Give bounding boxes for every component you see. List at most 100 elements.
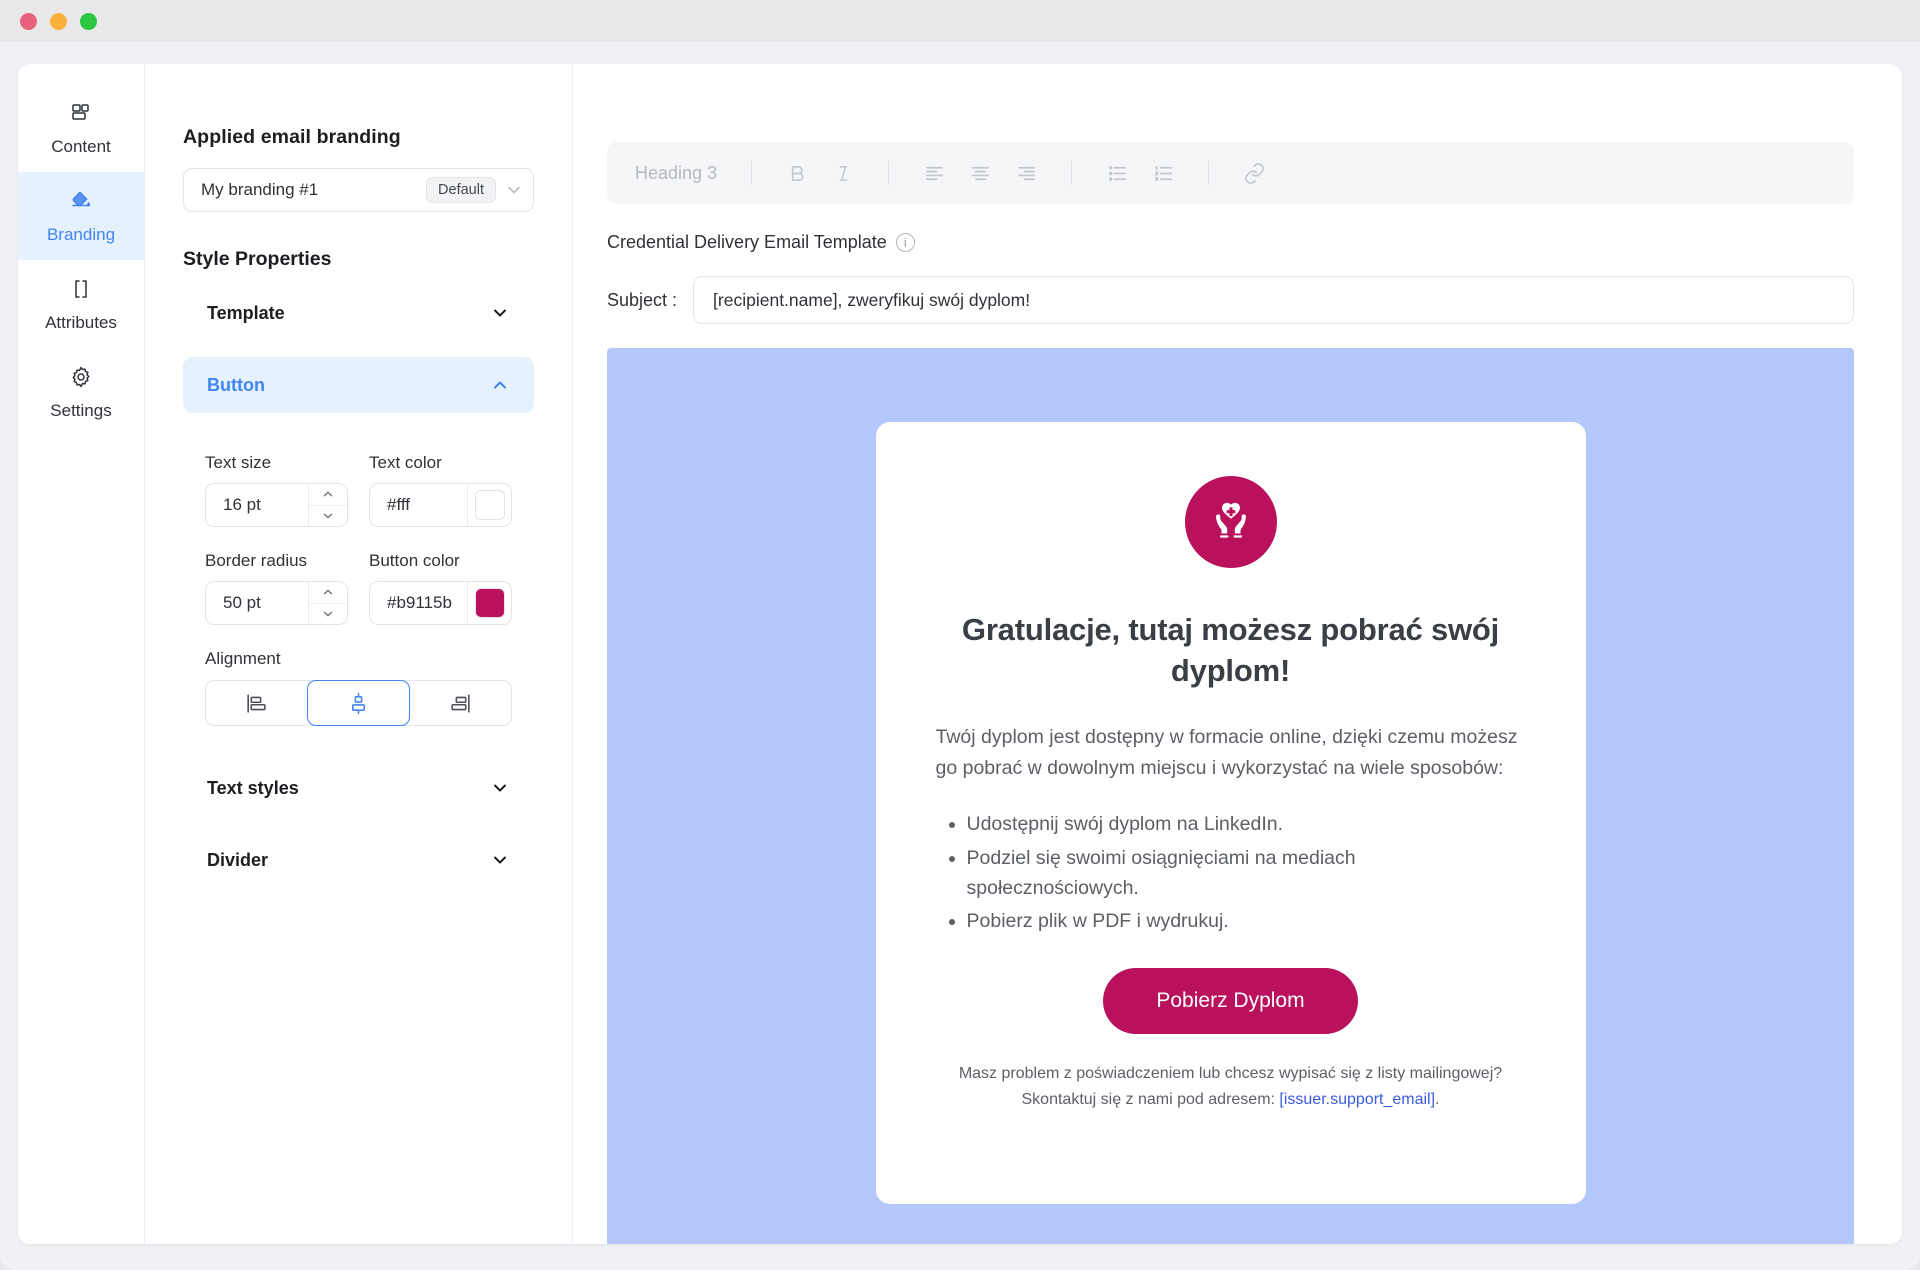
email-paragraph: Twój dyplom jest dostępny w formacie onl… (935, 725, 1518, 779)
bold-icon[interactable] (774, 150, 820, 196)
text-size-stepper[interactable]: 16 pt (205, 483, 348, 527)
sidebar-item-attributes[interactable]: Attributes (18, 260, 144, 348)
sidebar-item-label: Branding (46, 224, 116, 244)
info-icon[interactable]: i (895, 233, 915, 252)
align-left-icon[interactable] (911, 150, 957, 196)
window-zoom-button[interactable] (80, 12, 97, 30)
sidebar-item-settings[interactable]: Settings (18, 348, 144, 436)
button-fields-grid: Text size Text color 16 pt #fff Border r… (205, 429, 512, 625)
text-color-label: Text color (369, 453, 442, 472)
subject-input[interactable]: [recipient.name], zweryfikuj swój dyplom… (693, 276, 1854, 324)
accordion-spacer (183, 726, 534, 760)
bullet-list-icon[interactable] (1094, 150, 1140, 196)
footer-line-2: Skontaktuj się z nami pod adresem: [issu… (936, 1087, 1526, 1113)
template-label-row: Credential Delivery Email Template i (607, 232, 1854, 253)
branding-select-value: My branding #1 (201, 180, 319, 199)
sidebar-item-label: Attributes (45, 312, 117, 332)
accordion-header-divider[interactable]: Divider (183, 832, 534, 888)
window-close-button[interactable] (20, 12, 37, 30)
list-item: Pobierz plik w PDF i wydrukuj. (967, 906, 1526, 936)
border-radius-value: 50 pt (223, 593, 261, 612)
text-size-label: Text size (205, 453, 272, 472)
text-color-swatch-wrap[interactable] (467, 484, 511, 526)
align-right-icon[interactable] (1003, 150, 1049, 196)
sidebar-rail: Content Branding Attributes Settings (18, 64, 145, 1244)
email-heading: Gratulacje, tutaj możesz pobrać swój dyp… (961, 612, 1500, 688)
layout-blocks-icon (68, 100, 94, 126)
footer-prefix: Skontaktuj się z nami pod adresem: (1021, 1090, 1280, 1108)
border-radius-stepper-arrows (308, 582, 347, 624)
window-titlebar (0, 0, 1920, 42)
numbered-list-icon[interactable] (1140, 150, 1186, 196)
os-window: Content Branding Attributes Settings App… (0, 0, 1920, 1270)
link-icon[interactable] (1231, 150, 1277, 196)
email-bullet-list: Udostępnij swój dyplom na LinkedIn. Podz… (936, 809, 1526, 936)
border-radius-stepper[interactable]: 50 pt (205, 581, 348, 625)
chevron-down-icon (504, 180, 524, 200)
style-accordion: Template Button Text size Text color 16 … (183, 285, 534, 888)
issuer-logo (1184, 476, 1277, 568)
button-color-swatch-wrap[interactable] (467, 582, 511, 624)
email-footer: Masz problem z poświadczeniem lub chcesz… (936, 1061, 1526, 1112)
hands-holding-heart-icon (1203, 492, 1259, 553)
button-color-swatch (474, 588, 505, 618)
text-color-field[interactable]: #fff (369, 483, 512, 527)
toolbar-divider (888, 161, 890, 185)
branding-select[interactable]: My branding #1 Default (183, 168, 534, 212)
email-preview-canvas: Gratulacje, tutaj możesz pobrać swój dyp… (607, 348, 1854, 1244)
accordion-label: Text styles (207, 777, 299, 798)
toolbar-divider (1208, 161, 1210, 185)
text-color-value: #fff (387, 495, 411, 514)
sidebar-item-branding[interactable]: Branding (18, 172, 144, 260)
download-diploma-button[interactable]: Pobierz Dyplom (1103, 968, 1358, 1035)
accordion-body-button: Text size Text color 16 pt #fff Border r… (183, 413, 534, 726)
align-center-button[interactable] (306, 680, 411, 726)
cta-wrap: Pobierz Dyplom (936, 968, 1526, 1035)
text-color-swatch (474, 490, 505, 520)
accordion-label: Template (207, 302, 285, 323)
accordion-spacer (183, 341, 534, 357)
alignment-label: Alignment (205, 649, 281, 668)
accordion-header-button[interactable]: Button (183, 357, 534, 413)
alignment-button-group (205, 680, 512, 726)
sidebar-item-label: Settings (50, 400, 112, 420)
chevron-down-icon (490, 850, 510, 870)
heading-level-select[interactable]: Heading 3 (635, 163, 751, 184)
button-color-field[interactable]: #b9115b (369, 581, 512, 625)
subject-label: Subject : (607, 289, 678, 310)
accordion-header-text-styles[interactable]: Text styles (183, 760, 534, 816)
accordion-header-template[interactable]: Template (183, 285, 534, 341)
stepper-down-button[interactable] (309, 506, 347, 527)
italic-icon[interactable] (820, 150, 866, 196)
text-size-value: 16 pt (223, 495, 261, 514)
gear-icon (68, 364, 94, 390)
window-minimize-button[interactable] (50, 12, 67, 30)
button-color-label: Button color (369, 551, 460, 570)
support-email-link[interactable]: [issuer.support_email] (1279, 1091, 1435, 1108)
align-left-button[interactable] (206, 681, 308, 725)
border-radius-label: Border radius (205, 551, 308, 570)
sidebar-item-content[interactable]: Content (18, 84, 144, 172)
stepper-down-button[interactable] (309, 604, 347, 625)
chevron-up-icon (490, 375, 510, 395)
text-size-stepper-arrows (308, 484, 347, 526)
stepper-up-button[interactable] (309, 484, 347, 506)
style-properties-title: Style Properties (183, 248, 332, 270)
list-item: Udostępnij swój dyplom na LinkedIn. (967, 809, 1526, 839)
brackets-icon (68, 276, 94, 302)
align-center-icon[interactable] (957, 150, 1003, 196)
chevron-down-icon (490, 778, 510, 798)
email-editor: Heading 3 Credential Delivery Email Temp… (573, 64, 1902, 1244)
sidebar-item-label: Content (51, 136, 111, 156)
stepper-up-button[interactable] (309, 582, 347, 604)
list-item: Podziel się swoimi osiągnięciami na medi… (967, 843, 1526, 903)
align-right-button[interactable] (409, 681, 511, 725)
style-properties-panel: Applied email branding My branding #1 De… (145, 64, 573, 1244)
chevron-down-icon (490, 303, 510, 323)
toolbar-divider (751, 161, 753, 185)
applied-branding-title: Applied email branding (183, 126, 401, 148)
accordion-spacer (183, 816, 534, 832)
footer-line-1: Masz problem z poświadczeniem lub chcesz… (958, 1065, 1503, 1083)
app-container: Content Branding Attributes Settings App… (18, 64, 1902, 1244)
footer-suffix: . (1435, 1090, 1440, 1108)
